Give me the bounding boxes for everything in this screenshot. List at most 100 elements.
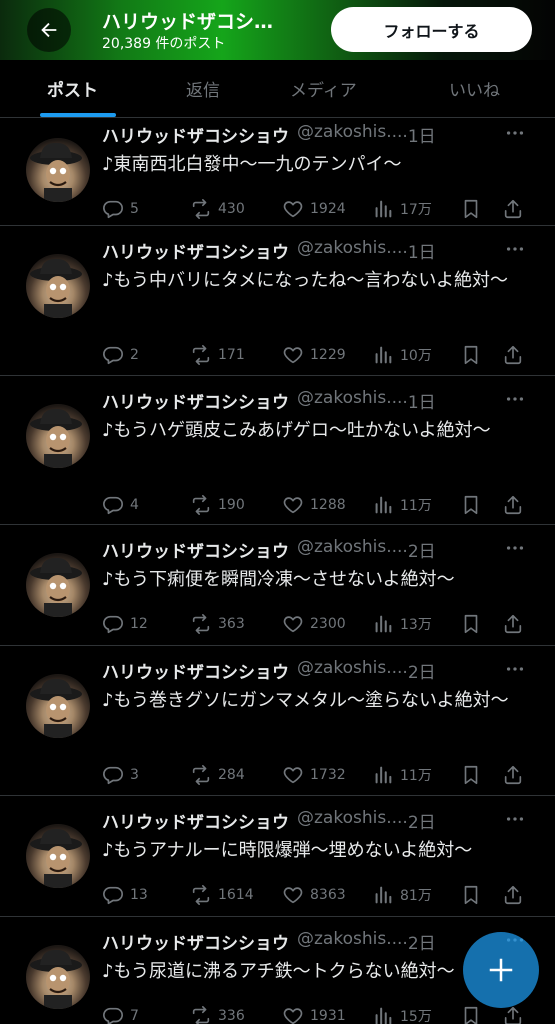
share-button[interactable]	[502, 883, 524, 907]
like-button[interactable]: 1288	[282, 493, 346, 517]
repost-button[interactable]: 171	[190, 343, 245, 367]
repost-count: 363	[218, 616, 245, 632]
share-button[interactable]	[502, 343, 524, 367]
bookmark-button[interactable]	[460, 493, 482, 517]
avatar[interactable]	[26, 138, 90, 202]
bookmark-button[interactable]	[460, 343, 482, 367]
post-time[interactable]: 2日	[408, 813, 436, 833]
author-handle[interactable]: @zakoshis...	[297, 658, 402, 678]
avatar-image	[30, 258, 82, 318]
repost-button[interactable]: 363	[190, 612, 245, 636]
views-button[interactable]: 81万	[372, 883, 432, 907]
repost-icon	[192, 765, 210, 785]
reply-button[interactable]: 12	[102, 612, 148, 636]
views-button[interactable]: 15万	[372, 1004, 432, 1024]
author-handle[interactable]: @zakoshis...	[297, 238, 402, 258]
author-name[interactable]: ハリウッドザコシショウ	[102, 393, 289, 413]
bookmark-button[interactable]	[460, 763, 482, 787]
post-feed[interactable]: ハリウッドザコシショウ @zakoshis...·1日 ♪東南西北白發中〜一九のテ…	[0, 118, 555, 1024]
post-time[interactable]: 2日	[408, 663, 436, 683]
reply-button[interactable]: 3	[102, 763, 139, 787]
heart-icon	[283, 1008, 303, 1024]
post-item[interactable]: ハリウッドザコシショウ @zakoshis...·1日 ♪もう中バリにタメになった…	[0, 226, 555, 376]
tab-posts[interactable]: ポスト	[47, 76, 98, 101]
author-handle[interactable]: @zakoshis...	[297, 929, 402, 949]
repost-button[interactable]: 284	[190, 763, 245, 787]
post-item[interactable]: ハリウッドザコシショウ @zakoshis...·2日 ♪もう巻きグソにガンマメタ…	[0, 646, 555, 796]
bookmark-button[interactable]	[460, 1004, 482, 1024]
avatar[interactable]	[26, 674, 90, 738]
tab-replies[interactable]: 返信	[186, 76, 220, 101]
like-button[interactable]: 1924	[282, 197, 346, 221]
reply-button[interactable]: 4	[102, 493, 139, 517]
reply-button[interactable]: 7	[102, 1004, 139, 1024]
author-handle[interactable]: @zakoshis...	[297, 122, 402, 142]
like-button[interactable]: 1732	[282, 763, 346, 787]
post-item[interactable]: ハリウッドザコシショウ @zakoshis...·1日 ♪もうハゲ頭皮こみあげゲロ…	[0, 376, 555, 525]
share-button[interactable]	[502, 493, 524, 517]
views-button[interactable]: 11万	[372, 763, 432, 787]
author-handle[interactable]: @zakoshis...	[297, 808, 402, 828]
post-time[interactable]: 1日	[408, 243, 436, 263]
author-name[interactable]: ハリウッドザコシショウ	[102, 542, 289, 562]
like-count: 1924	[310, 201, 346, 217]
more-button[interactable]	[504, 388, 526, 415]
like-button[interactable]: 2300	[282, 612, 346, 636]
repost-button[interactable]: 336	[190, 1004, 245, 1024]
author-handle[interactable]: @zakoshis...	[297, 388, 402, 408]
avatar[interactable]	[26, 824, 90, 888]
reply-button[interactable]: 2	[102, 343, 139, 367]
reply-count: 3	[130, 767, 139, 783]
post-item[interactable]: ハリウッドザコシショウ @zakoshis...·2日 ♪もう下痢便を瞬間冷凍〜さ…	[0, 525, 555, 646]
more-icon	[506, 546, 524, 550]
back-button[interactable]	[27, 8, 71, 52]
tab-media[interactable]: メディア	[290, 76, 357, 101]
avatar[interactable]	[26, 254, 90, 318]
post-actions: 7 336 1931 15万	[102, 1004, 532, 1024]
views-button[interactable]: 17万	[372, 197, 432, 221]
bookmark-button[interactable]	[460, 612, 482, 636]
more-button[interactable]	[504, 122, 526, 149]
share-button[interactable]	[502, 763, 524, 787]
repost-icon	[192, 495, 210, 515]
more-button[interactable]	[504, 658, 526, 685]
like-button[interactable]: 8363	[282, 883, 346, 907]
bookmark-button[interactable]	[460, 883, 482, 907]
views-button[interactable]: 10万	[372, 343, 432, 367]
reply-button[interactable]: 13	[102, 883, 148, 907]
like-button[interactable]: 1229	[282, 343, 346, 367]
post-item[interactable]: ハリウッドザコシショウ @zakoshis...·2日 ♪もうアナルーに時限爆弾〜…	[0, 796, 555, 917]
post-time[interactable]: 2日	[408, 934, 436, 954]
more-button[interactable]	[504, 808, 526, 835]
author-name[interactable]: ハリウッドザコシショウ	[102, 127, 289, 147]
post-item[interactable]: ハリウッドザコシショウ @zakoshis...·1日 ♪東南西北白發中〜一九のテ…	[0, 118, 555, 226]
avatar[interactable]	[26, 553, 90, 617]
like-button[interactable]: 1931	[282, 1004, 346, 1024]
more-button[interactable]	[504, 537, 526, 564]
post-time[interactable]: 1日	[408, 127, 436, 147]
share-button[interactable]	[502, 612, 524, 636]
author-name[interactable]: ハリウッドザコシショウ	[102, 813, 289, 833]
follow-button[interactable]: フォローする	[331, 7, 532, 52]
tab-likes[interactable]: いいね	[449, 76, 500, 101]
author-name[interactable]: ハリウッドザコシショウ	[102, 243, 289, 263]
more-button[interactable]	[504, 238, 526, 265]
post-time[interactable]: 2日	[408, 542, 436, 562]
bookmark-icon	[464, 199, 478, 219]
post-time[interactable]: 1日	[408, 393, 436, 413]
reply-button[interactable]: 5	[102, 197, 139, 221]
compose-button[interactable]	[463, 932, 539, 1008]
repost-button[interactable]: 1614	[190, 883, 254, 907]
share-button[interactable]	[502, 197, 524, 221]
avatar[interactable]	[26, 945, 90, 1009]
views-button[interactable]: 11万	[372, 493, 432, 517]
author-name[interactable]: ハリウッドザコシショウ	[102, 663, 289, 683]
repost-button[interactable]: 190	[190, 493, 245, 517]
views-button[interactable]: 13万	[372, 612, 432, 636]
avatar[interactable]	[26, 404, 90, 468]
repost-button[interactable]: 430	[190, 197, 245, 221]
author-name[interactable]: ハリウッドザコシショウ	[102, 934, 289, 954]
bookmark-button[interactable]	[460, 197, 482, 221]
author-handle[interactable]: @zakoshis...	[297, 537, 402, 557]
heart-icon	[283, 767, 303, 784]
